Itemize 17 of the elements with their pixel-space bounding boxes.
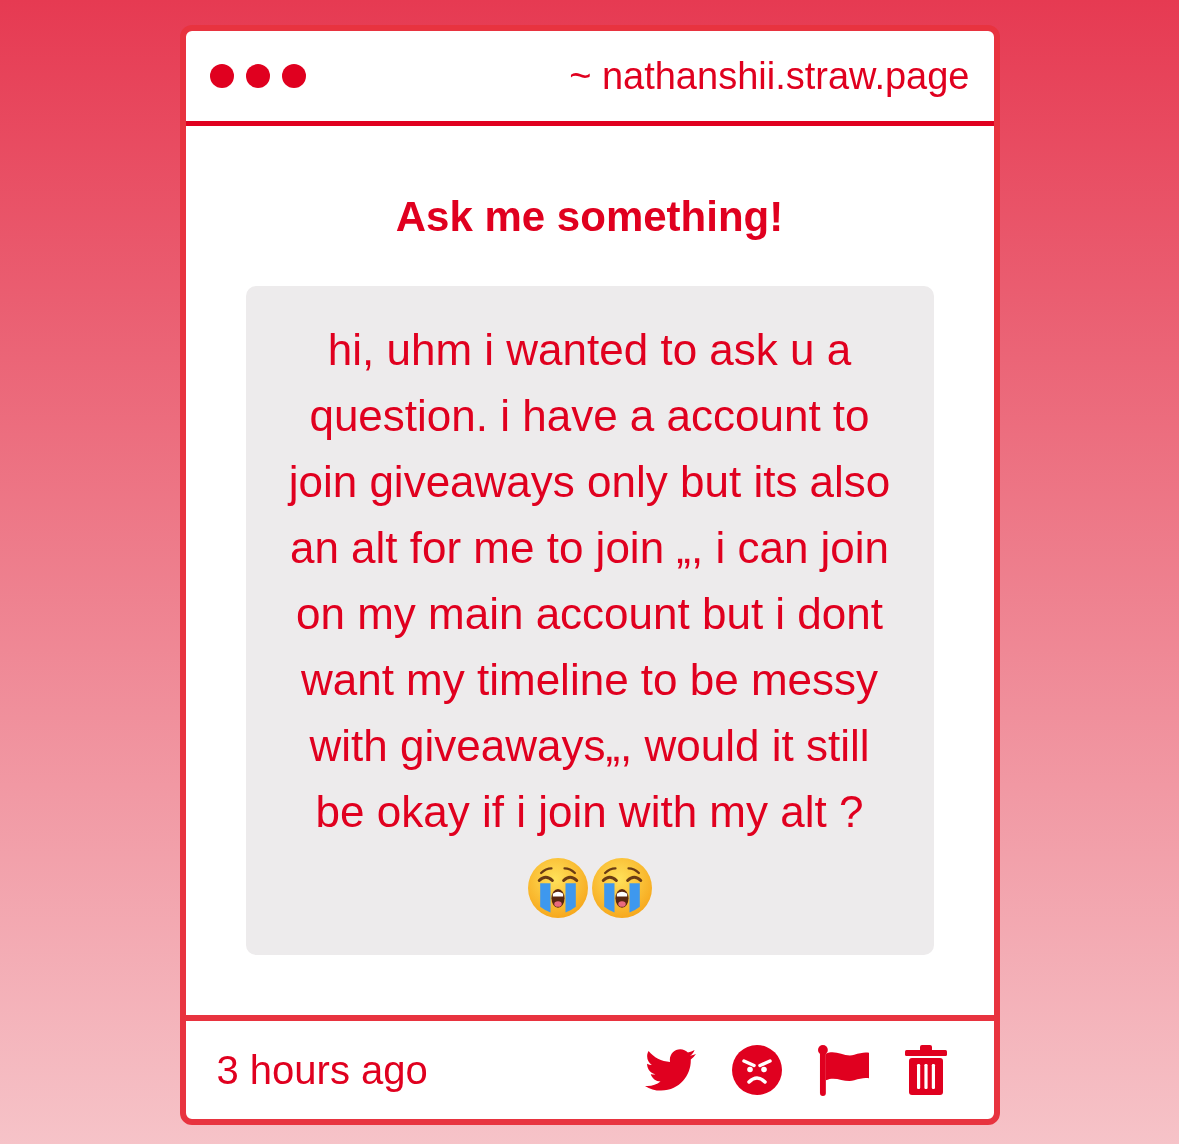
react-button[interactable] [731, 1045, 782, 1095]
question-text: hi, uhm i wanted to ask u a question. i have a account to join giveaways only but its also an alt for me to join „, i can join on my main account but i dont want my timeline to be messy with giveaways„, would it still be okay if i join with my alt ? [286, 324, 892, 838]
flag-icon [817, 1044, 869, 1096]
delete-button[interactable] [904, 1045, 947, 1095]
report-button[interactable] [817, 1044, 869, 1096]
dot-icon [281, 64, 306, 88]
dot-icon [209, 64, 234, 88]
dot-icon [245, 64, 270, 88]
crying-face-icon [527, 858, 588, 918]
crying-face-icon [591, 858, 652, 918]
post-time: 3 hours ago [216, 1047, 428, 1093]
angry-face-icon [731, 1045, 782, 1095]
trash-icon [904, 1045, 947, 1095]
bird-icon [644, 1049, 696, 1091]
page-title: Ask me something! [394, 192, 785, 242]
share-button[interactable] [644, 1049, 696, 1091]
page-url: ~ nathanshii.straw.page [569, 54, 970, 98]
